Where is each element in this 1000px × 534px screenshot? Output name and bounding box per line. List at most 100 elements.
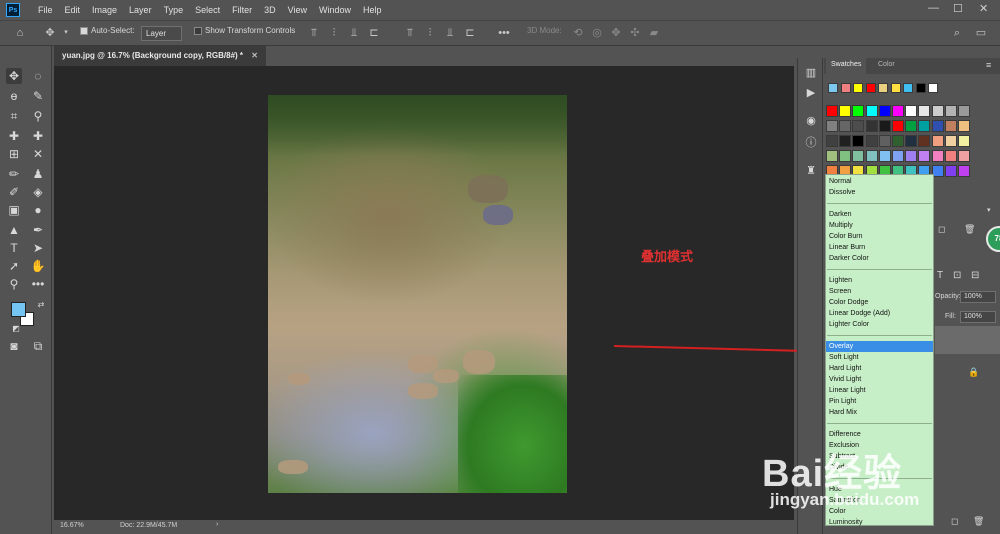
workspace-icon[interactable]: ▭ [975,27,987,39]
document-photo[interactable] [268,95,567,493]
swatch[interactable] [918,150,931,162]
adjustments-icon[interactable]: ◉ [804,114,818,128]
recent-swatch[interactable] [928,83,938,93]
swatch[interactable] [905,120,918,132]
zoom-tool-icon[interactable]: ⚲ [6,276,22,292]
actions-play-icon[interactable]: ▶ [804,86,818,100]
auto-select-target-dropdown[interactable]: Layer [141,26,182,41]
swatch[interactable] [905,105,918,117]
blur-tool-icon[interactable]: ● [30,202,46,218]
recent-swatch[interactable] [840,83,851,93]
menu-view[interactable]: View [282,5,313,15]
screen-mode-icon[interactable]: ⧉ [30,338,46,354]
swatch[interactable] [865,120,878,132]
more-tools-icon[interactable]: ••• [30,276,46,292]
swatch[interactable] [826,105,838,117]
search-icon[interactable]: ⌕ [951,27,963,39]
menu-3d[interactable]: 3D [258,5,282,15]
distribute-vcenter-icon[interactable]: ⫶ [424,27,436,39]
default-colors-icon[interactable]: ◩ [8,321,24,337]
swatch[interactable] [878,135,891,147]
patch-tool-icon[interactable]: ✚ [30,128,46,144]
pen-tool-icon[interactable]: ✒ [30,222,46,238]
menu-filter[interactable]: Filter [226,5,258,15]
swatch[interactable] [892,135,904,147]
swatch[interactable] [931,135,944,147]
panel-menu-icon[interactable]: ≡ [986,60,991,70]
align-vcenter-icon[interactable]: ⫶ [328,27,340,39]
history-brush-icon[interactable]: ✐ [6,184,22,200]
swatch[interactable] [892,150,904,162]
close-tab-icon[interactable]: ✕ [251,51,258,60]
swatch[interactable] [839,120,852,132]
stamp-tool-icon[interactable]: ♟ [30,166,46,182]
swatch[interactable] [839,105,852,117]
3d-orbit-icon[interactable]: ⟲ [572,27,584,39]
swatch[interactable] [958,165,970,177]
fill-field[interactable]: 100% [960,311,996,323]
distribute-bottom-icon[interactable]: ⫫ [444,27,456,39]
distribute-top-icon[interactable]: ⫪ [404,27,416,39]
blend-mode-option[interactable]: Dissolve [826,187,933,198]
layer-lock-icon[interactable]: 🔒 [968,367,979,378]
blend-mode-option[interactable]: Multiply [826,220,933,231]
recent-swatch[interactable] [903,83,913,93]
swatch[interactable] [958,105,970,117]
chevron-down-icon[interactable]: ▾ [60,27,72,39]
swatch[interactable] [944,135,957,147]
align-bottom-icon[interactable]: ⫫ [348,27,360,39]
canvas-area[interactable]: 叠加模式 [54,66,818,520]
blend-mode-option[interactable]: Vivid Light [826,374,933,385]
auto-select-checkbox[interactable] [80,26,88,35]
swatch[interactable] [839,135,852,147]
quick-select-tool-icon[interactable]: ✎ [30,88,46,104]
swatch[interactable] [944,165,957,177]
move-tool-icon[interactable]: ✥ [6,68,22,84]
swatch[interactable] [826,135,838,147]
swatch[interactable] [905,135,918,147]
blend-mode-option[interactable]: Luminosity [826,517,933,528]
blend-mode-option[interactable]: Difference [826,429,933,440]
type-tool-icon[interactable]: T [6,240,22,256]
maximize-button[interactable]: ☐ [953,2,963,15]
more-options-icon[interactable]: ••• [498,27,510,39]
tab-swatches[interactable]: Swatches [826,58,867,74]
healing-brush-icon[interactable]: ✚ [6,128,22,144]
blend-mode-option[interactable]: Darken [826,209,933,220]
recent-swatch[interactable] [915,83,926,93]
opacity-field[interactable]: 100% [960,291,996,303]
swap-colors-icon[interactable]: ⇄ [33,297,49,313]
show-transform-group[interactable]: Show Transform Controls [194,26,295,35]
menu-edit[interactable]: Edit [59,5,87,15]
zoom-level[interactable]: 16.67% [60,522,84,529]
swatch[interactable] [852,105,865,117]
document-tab[interactable]: yuan.jpg @ 16.7% (Background copy, RGB/8… [54,46,266,66]
swatch[interactable] [931,120,944,132]
eyedropper-tool-icon[interactable]: ⚲ [30,108,46,124]
blend-mode-option[interactable]: Hard Light [826,363,933,374]
menu-layer[interactable]: Layer [123,5,158,15]
new-swatch-icon[interactable]: ◻ [938,224,945,235]
blend-mode-option[interactable]: Screen [826,286,933,297]
swatch[interactable] [852,135,865,147]
blend-mode-option[interactable]: Color Dodge [826,297,933,308]
blend-mode-option[interactable]: Linear Burn [826,242,933,253]
swatch[interactable] [958,135,970,147]
gradient-tool-icon[interactable]: ▣ [6,202,22,218]
show-transform-checkbox[interactable] [194,26,202,35]
path-select-icon[interactable]: ➤ [30,240,46,256]
brush-tool-icon[interactable]: ✏ [6,166,22,182]
menu-window[interactable]: Window [313,5,357,15]
home-icon[interactable]: ⌂ [14,27,26,39]
recent-swatch[interactable] [853,83,863,93]
swatch[interactable] [958,150,970,162]
recent-swatch[interactable] [865,83,876,93]
menu-select[interactable]: Select [189,5,226,15]
delete-layer-icon[interactable]: 🗑 [973,516,984,527]
blend-mode-option[interactable]: Color Burn [826,231,933,242]
menu-image[interactable]: Image [86,5,123,15]
hand-tool-icon[interactable]: ✋ [30,258,46,274]
swatch[interactable] [892,105,904,117]
frame-tool-icon[interactable]: ⊞ [6,146,22,162]
swatch[interactable] [878,105,891,117]
